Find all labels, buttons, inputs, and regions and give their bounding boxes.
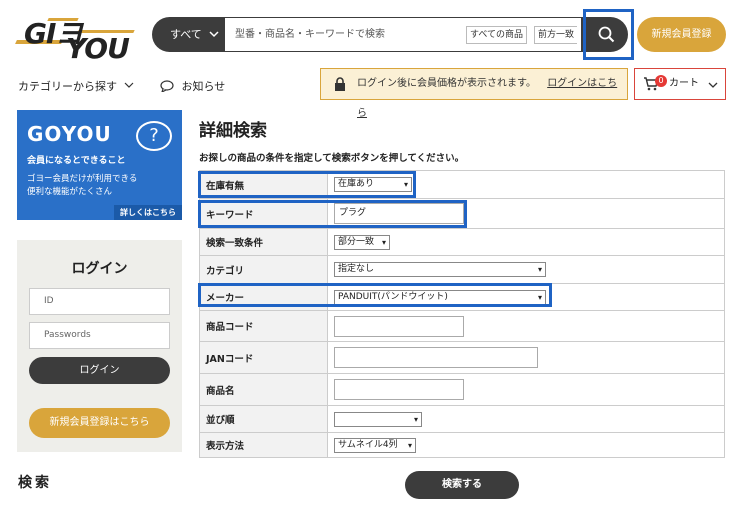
logo-text-line2: YOU bbox=[66, 32, 130, 65]
chevron-down-icon: ▾ bbox=[537, 265, 542, 274]
member-benefits-banner[interactable]: GOYOU ? 会員になるとできること ゴヨー会員だけが利用できる 便利な機能が… bbox=[17, 110, 182, 220]
category-label: カテゴリ bbox=[199, 255, 328, 284]
banner-more-link[interactable]: 詳しくはこちら bbox=[114, 205, 182, 220]
chevron-down-icon: ▾ bbox=[413, 414, 418, 424]
jan-cell bbox=[327, 341, 725, 374]
form-row-jan: JANコード bbox=[199, 341, 725, 374]
notice-text: ログイン後に会員価格が表示されます。 bbox=[357, 78, 536, 89]
product-name-cell bbox=[327, 373, 725, 406]
password-field[interactable]: Passwords bbox=[29, 322, 170, 349]
display-select[interactable]: サムネイル4列 ▾ bbox=[334, 437, 416, 453]
banner-text-line2: 便利な機能がたくさん bbox=[27, 187, 113, 197]
product-code-label: 商品コード bbox=[199, 310, 328, 342]
display-select-value: サムネイル4列 bbox=[338, 439, 398, 450]
sort-label: 並び順 bbox=[199, 405, 328, 433]
question-bubble-icon: ? bbox=[136, 121, 172, 151]
product-name-label: 商品名 bbox=[199, 373, 328, 406]
chevron-down-icon bbox=[708, 82, 718, 88]
login-button[interactable]: ログイン bbox=[29, 357, 170, 384]
keyword-highlight bbox=[198, 200, 467, 228]
banner-subtitle: 会員になるとできること bbox=[27, 156, 126, 166]
question-mark: ? bbox=[149, 125, 159, 146]
match-label: 検索一致条件 bbox=[199, 228, 328, 256]
id-field[interactable]: ID bbox=[29, 288, 170, 315]
search-button[interactable] bbox=[590, 18, 624, 52]
chevron-down-icon: ▾ bbox=[407, 440, 412, 450]
site-logo[interactable]: GIヨ YOU bbox=[14, 10, 138, 65]
news-label: お知らせ bbox=[181, 80, 226, 93]
sort-cell: ▾ bbox=[327, 405, 725, 433]
search-submit-button[interactable]: 検索する bbox=[405, 471, 519, 499]
product-name-input[interactable] bbox=[334, 379, 464, 400]
chevron-down-icon bbox=[208, 17, 220, 67]
cart-count-badge: 0 bbox=[655, 75, 667, 87]
product-code-input[interactable] bbox=[334, 315, 464, 337]
scope-select[interactable]: すべての商品 bbox=[466, 26, 528, 44]
stock-highlight bbox=[198, 171, 416, 198]
match-select[interactable]: 前方一致 bbox=[534, 26, 578, 44]
sort-select[interactable]: ▾ bbox=[334, 411, 422, 427]
cart-label: カート bbox=[669, 78, 699, 89]
display-cell: サムネイル4列 ▾ bbox=[327, 432, 725, 458]
login-title: ログイン bbox=[71, 261, 128, 277]
cart-button[interactable]: 0 カート bbox=[634, 68, 726, 100]
category-dropdown-label: すべて bbox=[170, 28, 202, 41]
signup-button[interactable]: 新規会員登録 bbox=[637, 17, 726, 52]
jan-input[interactable] bbox=[334, 347, 538, 368]
match-condition-select[interactable]: 部分一致 ▾ bbox=[334, 234, 390, 250]
banner-title: GOYOU bbox=[27, 122, 112, 146]
sidebar-search-heading: 検索 bbox=[18, 475, 52, 491]
search-input[interactable]: 型番・商品名・キーワードで検索 すべての商品 前方一致 bbox=[224, 17, 582, 52]
form-row-product-name: 商品名 bbox=[199, 373, 725, 406]
chevron-down-icon bbox=[124, 82, 133, 88]
search-icon bbox=[598, 26, 615, 43]
member-price-notice: ログイン後に会員価格が表示されます。 ログインはこちら bbox=[320, 68, 628, 119]
login-panel: ログイン ID Passwords ログイン 新規会員登録はこちら bbox=[17, 240, 182, 452]
form-row-category: カテゴリ 指定なし ▾ bbox=[199, 255, 725, 284]
form-row-match: 検索一致条件 部分一致 ▾ bbox=[199, 228, 725, 256]
news-link[interactable]: お知らせ bbox=[160, 78, 225, 94]
chevron-down-icon: ▾ bbox=[381, 237, 386, 247]
speech-bubble-icon bbox=[160, 80, 174, 94]
sidebar-signup-button[interactable]: 新規会員登録はこちら bbox=[29, 408, 170, 438]
category-cell: 指定なし ▾ bbox=[327, 255, 725, 284]
search-placeholder: 型番・商品名・キーワードで検索 bbox=[235, 29, 385, 40]
category-select[interactable]: 指定なし ▾ bbox=[334, 262, 546, 277]
lock-icon bbox=[335, 77, 345, 91]
form-row-sort: 並び順 ▾ bbox=[199, 405, 725, 433]
banner-text-line1: ゴヨー会員だけが利用できる bbox=[27, 174, 138, 184]
browse-categories-label: カテゴリーから探す bbox=[18, 80, 117, 93]
category-select-value: 指定なし bbox=[338, 264, 375, 274]
product-code-cell bbox=[327, 310, 725, 342]
page-description: お探しの商品の条件を指定して検索ボタンを押してください。 bbox=[199, 153, 465, 164]
form-row-display: 表示方法 サムネイル4列 ▾ bbox=[199, 432, 725, 458]
display-label: 表示方法 bbox=[199, 432, 328, 458]
maker-highlight bbox=[198, 283, 552, 307]
jan-label: JANコード bbox=[199, 341, 328, 374]
form-row-product-code: 商品コード bbox=[199, 310, 725, 342]
match-condition-value: 部分一致 bbox=[338, 236, 375, 247]
match-cell: 部分一致 ▾ bbox=[327, 228, 725, 256]
page-title: 詳細検索 bbox=[199, 121, 267, 141]
browse-categories-menu[interactable]: カテゴリーから探す bbox=[18, 78, 135, 94]
category-dropdown[interactable]: すべて bbox=[152, 17, 224, 52]
